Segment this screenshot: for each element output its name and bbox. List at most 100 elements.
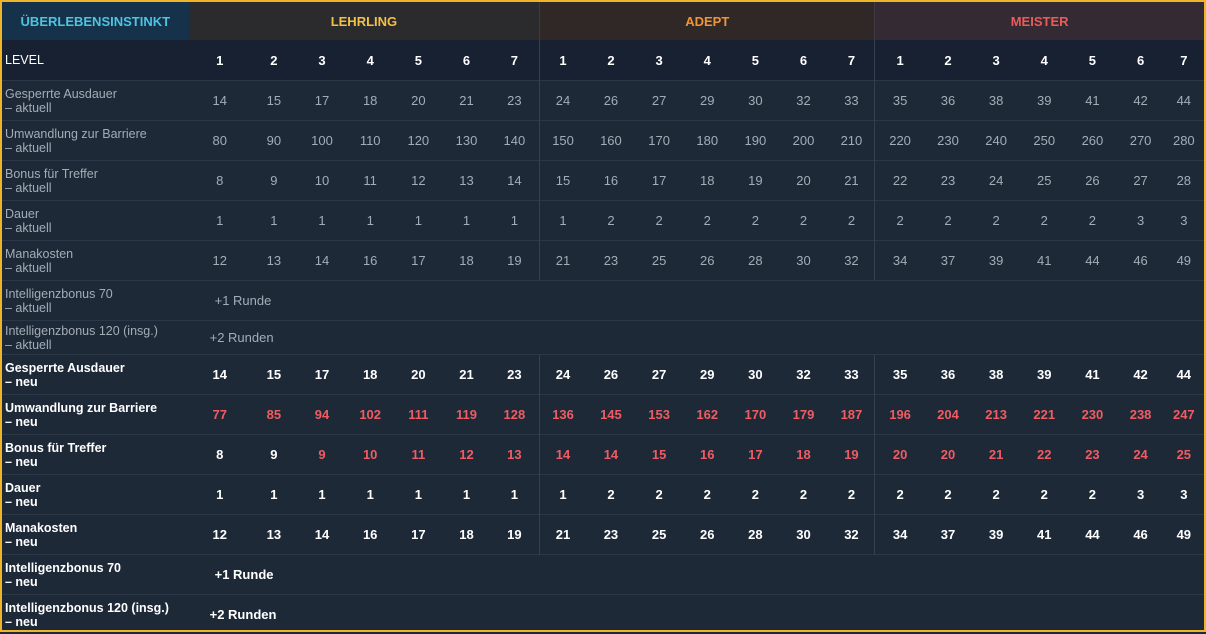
stat-value: 23 (925, 161, 971, 201)
row-label-state: – aktuell (5, 181, 189, 195)
stat-value: 25 (1021, 161, 1067, 201)
stat-value: 24 (971, 161, 1021, 201)
row-label: Gesperrte Ausdauer– neu (2, 355, 189, 395)
stat-value: 17 (732, 435, 778, 475)
stat-value: 35 (875, 81, 925, 121)
stat-value: 187 (829, 395, 875, 435)
stat-value: 12 (443, 435, 489, 475)
stat-value: 1 (297, 475, 347, 515)
stat-row: Manakosten– aktuell121314161718192123252… (2, 241, 1204, 281)
stat-value: 46 (1118, 515, 1164, 555)
stat-value: 247 (1164, 395, 1204, 435)
stat-value: 94 (297, 395, 347, 435)
level-number: 6 (443, 40, 489, 81)
stat-value: 24 (1118, 435, 1164, 475)
row-label-name: Intelligenzbonus 120 (insg.) (5, 601, 189, 615)
stat-value: 17 (297, 355, 347, 395)
stat-value: 19 (829, 435, 875, 475)
row-label-name: Umwandlung zur Barriere (5, 127, 189, 141)
stat-value: 34 (875, 515, 925, 555)
stat-value: 32 (778, 355, 828, 395)
stat-value: 2 (778, 475, 828, 515)
stat-value: 44 (1067, 241, 1117, 281)
stat-value: 44 (1164, 355, 1204, 395)
stat-value: 238 (1118, 395, 1164, 435)
stat-value: 19 (732, 161, 778, 201)
stat-value: 162 (682, 395, 732, 435)
row-label-state: – aktuell (5, 101, 189, 115)
stat-value: 28 (732, 515, 778, 555)
stat-value: 16 (682, 435, 732, 475)
stat-value: 14 (540, 435, 586, 475)
row-label-state: – neu (5, 375, 189, 389)
stat-value: 2 (1067, 201, 1117, 241)
stat-value: 13 (443, 161, 489, 201)
stat-value: 250 (1021, 121, 1067, 161)
stat-value: 8 (189, 161, 251, 201)
row-label: Manakosten– neu (2, 515, 189, 555)
stat-row: Dauer– aktuell111111112222222222233 (2, 201, 1204, 241)
level-number: 2 (925, 40, 971, 81)
stat-value: 27 (636, 81, 682, 121)
row-label-state: – aktuell (5, 141, 189, 155)
stat-value: 280 (1164, 121, 1204, 161)
bonus-text: +1 Runde (189, 281, 1204, 321)
row-label-name: Intelligenzbonus 120 (insg.) (5, 324, 189, 338)
stat-value: 25 (1164, 435, 1204, 475)
stat-value: 1 (297, 201, 347, 241)
stat-value: 20 (393, 355, 443, 395)
stat-value: 30 (778, 241, 828, 281)
stat-value: 196 (875, 395, 925, 435)
stat-value: 100 (297, 121, 347, 161)
level-number: 7 (829, 40, 875, 81)
stat-value: 1 (251, 201, 297, 241)
stat-value: 2 (971, 201, 1021, 241)
stat-value: 44 (1067, 515, 1117, 555)
stat-value: 32 (829, 515, 875, 555)
row-label-name: Intelligenzbonus 70 (5, 287, 189, 301)
stat-value: 150 (540, 121, 586, 161)
stat-value: 26 (586, 81, 636, 121)
stat-value: 26 (1067, 161, 1117, 201)
text-row: Intelligenzbonus 70– neu+1 Runde (2, 555, 1204, 595)
text-row: Intelligenzbonus 120 (insg.)– aktuell+2 … (2, 321, 1204, 355)
stat-value: 36 (925, 81, 971, 121)
row-label: Gesperrte Ausdauer– aktuell (2, 81, 189, 121)
stat-value: 17 (636, 161, 682, 201)
stat-value: 17 (297, 81, 347, 121)
stat-value: 1 (393, 201, 443, 241)
row-label-name: Intelligenzbonus 70 (5, 561, 189, 575)
row-label: Manakosten– aktuell (2, 241, 189, 281)
row-label: Umwandlung zur Barriere– aktuell (2, 121, 189, 161)
stat-value: 39 (971, 241, 1021, 281)
group-meister-header: MEISTER (875, 2, 1204, 40)
stat-value: 160 (586, 121, 636, 161)
stat-value: 20 (875, 435, 925, 475)
stat-value: 20 (393, 81, 443, 121)
skill-title: ÜBERLEBENSINSTINKT (2, 2, 189, 40)
stat-value: 29 (682, 355, 732, 395)
stat-value: 10 (347, 435, 393, 475)
stat-value: 10 (297, 161, 347, 201)
stat-value: 37 (925, 515, 971, 555)
level-number: 5 (393, 40, 443, 81)
skill-table-frame: ÜBERLEBENSINSTINKT LEHRLING ADEPT MEISTE… (0, 0, 1206, 632)
stat-value: 110 (347, 121, 393, 161)
level-number: 3 (636, 40, 682, 81)
stat-value: 33 (829, 355, 875, 395)
level-number: 1 (189, 40, 251, 81)
stat-value: 14 (490, 161, 540, 201)
stat-value: 2 (636, 201, 682, 241)
stat-row: Bonus für Treffer– aktuell89101112131415… (2, 161, 1204, 201)
stat-value: 240 (971, 121, 1021, 161)
stat-value: 14 (297, 515, 347, 555)
stat-value: 39 (971, 515, 1021, 555)
level-number: 3 (971, 40, 1021, 81)
stat-value: 38 (971, 81, 1021, 121)
stat-row: Dauer– neu111111112222222222233 (2, 475, 1204, 515)
stat-value: 1 (490, 201, 540, 241)
stat-value: 36 (925, 355, 971, 395)
level-number: 4 (347, 40, 393, 81)
stat-value: 170 (636, 121, 682, 161)
stat-value: 102 (347, 395, 393, 435)
